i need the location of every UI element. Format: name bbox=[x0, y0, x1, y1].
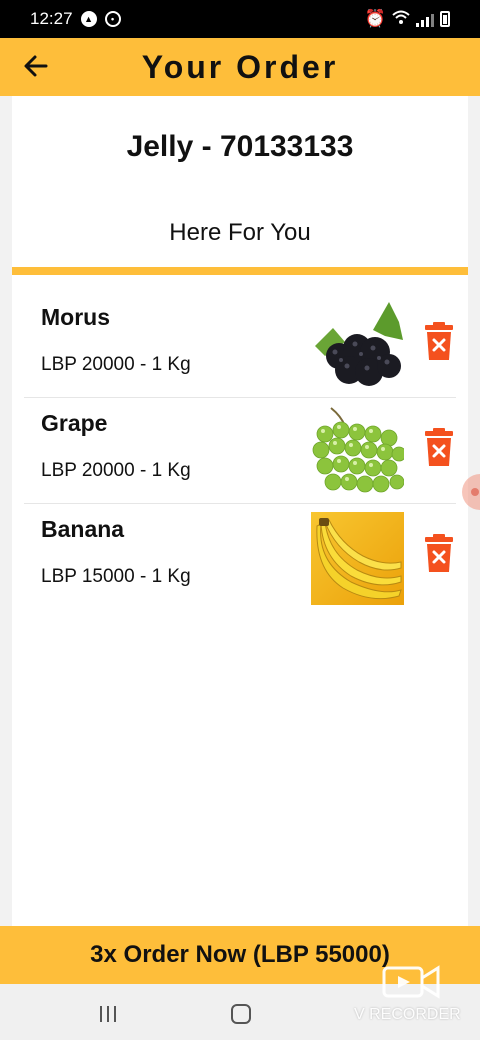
home-icon[interactable] bbox=[231, 1004, 251, 1024]
status-right: ⏰ bbox=[365, 9, 450, 29]
app-notification-icon: ▲ bbox=[80, 11, 97, 27]
status-bar: 12:27 ▲ • ⏰ bbox=[0, 0, 480, 38]
recent-apps-icon[interactable] bbox=[98, 1006, 118, 1022]
app-bar: Your Order bbox=[0, 38, 480, 96]
back-arrow-icon[interactable] bbox=[22, 52, 50, 80]
item-name: Banana bbox=[41, 516, 125, 542]
item-price: LBP 20000 - 1 Kg bbox=[41, 460, 191, 481]
video-camera-icon bbox=[382, 965, 440, 999]
banana-image bbox=[311, 512, 404, 605]
page-title: Your Order bbox=[141, 48, 339, 85]
blackberry-image bbox=[311, 300, 404, 393]
item-name: Morus bbox=[41, 304, 110, 330]
item-price: LBP 15000 - 1 Kg bbox=[41, 566, 191, 587]
list-item: Banana LBP 15000 - 1 Kg bbox=[24, 504, 456, 610]
account-icon: • bbox=[104, 11, 121, 27]
delete-item-button[interactable] bbox=[424, 428, 454, 466]
status-time: 12:27 bbox=[30, 9, 73, 28]
watermark-text: V RECORDER bbox=[354, 1006, 461, 1023]
item-name: Grape bbox=[41, 410, 108, 436]
signal-icon bbox=[416, 11, 434, 27]
item-price: LBP 20000 - 1 Kg bbox=[41, 354, 191, 375]
delete-item-button[interactable] bbox=[424, 322, 454, 360]
battery-icon bbox=[440, 11, 450, 27]
order-items-list: Morus LBP 20000 - 1 Kg Grape LBP 20000 -… bbox=[24, 292, 456, 610]
recorder-watermark: V RECORDER bbox=[354, 962, 470, 1030]
grapes-image bbox=[311, 406, 404, 499]
wifi-icon bbox=[392, 9, 410, 29]
list-item: Morus LBP 20000 - 1 Kg bbox=[24, 292, 456, 398]
store-name: Jelly - 70133133 bbox=[126, 130, 354, 163]
store-tagline: Here For You bbox=[169, 219, 311, 246]
order-card: Jelly - 70133133 Here For You Morus LBP … bbox=[12, 96, 468, 926]
status-left: 12:27 ▲ • bbox=[30, 9, 121, 29]
delete-item-button[interactable] bbox=[424, 534, 454, 572]
list-item: Grape LBP 20000 - 1 Kg bbox=[24, 398, 456, 504]
accent-divider bbox=[12, 267, 468, 275]
alarm-icon: ⏰ bbox=[364, 9, 386, 28]
order-now-label: 3x Order Now (LBP 55000) bbox=[90, 941, 390, 968]
